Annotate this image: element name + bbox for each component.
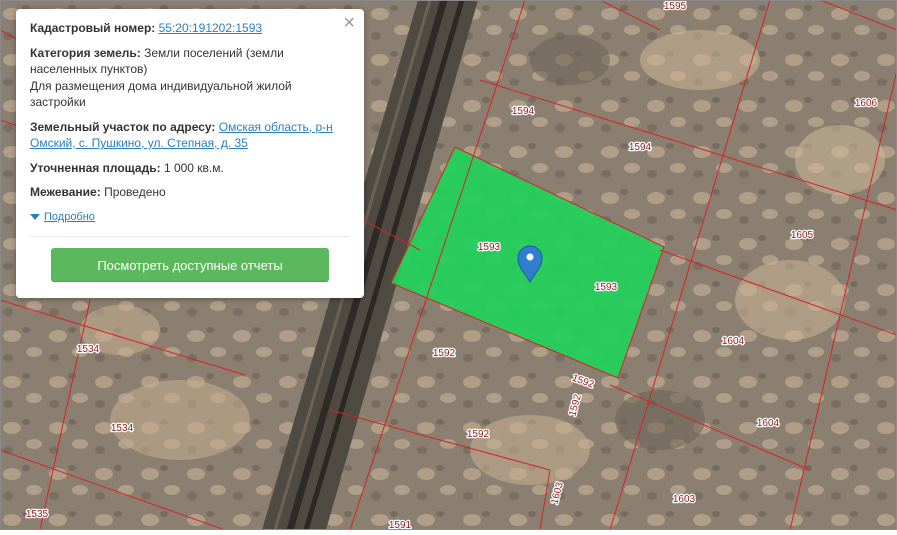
- plot-label-1604: 1604: [757, 418, 780, 429]
- survey-value: Проведено: [104, 185, 166, 199]
- cadastral-number-row: Кадастровый номер: 55:20:191202:1593: [30, 20, 350, 37]
- category-label: Категория земель:: [30, 45, 141, 60]
- cadastral-number-link[interactable]: 55:20:191202:1593: [159, 21, 262, 35]
- plot-label-1594: 1594: [512, 106, 535, 117]
- cadastral-label: Кадастровый номер:: [30, 21, 156, 35]
- plot-label-1603: 1603: [673, 494, 696, 505]
- divider: [30, 236, 350, 237]
- close-icon[interactable]: ×: [343, 13, 355, 33]
- plot-label-1591: 1591: [389, 520, 412, 530]
- permitted-use-value: Для размещения дома индивидуальной жилой…: [30, 78, 292, 110]
- address-row: Земельный участок по адресу: Омская обла…: [30, 119, 350, 152]
- plot-label-1592: 1592: [467, 429, 490, 440]
- view-reports-button[interactable]: Посмотреть доступные отчеты: [51, 248, 329, 282]
- plot-label-1535: 1535: [26, 509, 49, 520]
- survey-label: Межевание:: [30, 185, 101, 199]
- plot-label-1593: 1593: [478, 242, 501, 253]
- plot-label-1606: 1606: [855, 98, 878, 109]
- more-details-link[interactable]: Подробно: [30, 209, 350, 226]
- address-label: Земельный участок по адресу:: [30, 119, 216, 134]
- plot-label-1595: 1595: [664, 1, 687, 12]
- plot-label-1593: 1593: [595, 282, 618, 293]
- area-value: 1 000 кв.м.: [163, 160, 224, 175]
- chevron-down-icon: [30, 213, 40, 220]
- plot-label-1594: 1594: [629, 142, 652, 153]
- plot-label-1534: 1534: [111, 423, 134, 434]
- parcel-info-popup: × Кадастровый номер: 55:20:191202:1593 К…: [16, 9, 364, 298]
- plot-label-1605: 1605: [791, 230, 814, 241]
- area-row: Уточненная площадь: 1 000 кв.м.: [30, 160, 350, 177]
- plot-label-1534: 1534: [77, 344, 100, 355]
- plot-label-1592: 1592: [433, 348, 456, 359]
- land-category-row: Категория земель: Земли поселений (земли…: [30, 45, 350, 111]
- survey-row: Межевание: Проведено: [30, 184, 350, 201]
- area-label: Уточненная площадь:: [30, 160, 161, 175]
- plot-label-1604: 1604: [722, 336, 745, 347]
- more-details-label: Подробно: [44, 210, 95, 223]
